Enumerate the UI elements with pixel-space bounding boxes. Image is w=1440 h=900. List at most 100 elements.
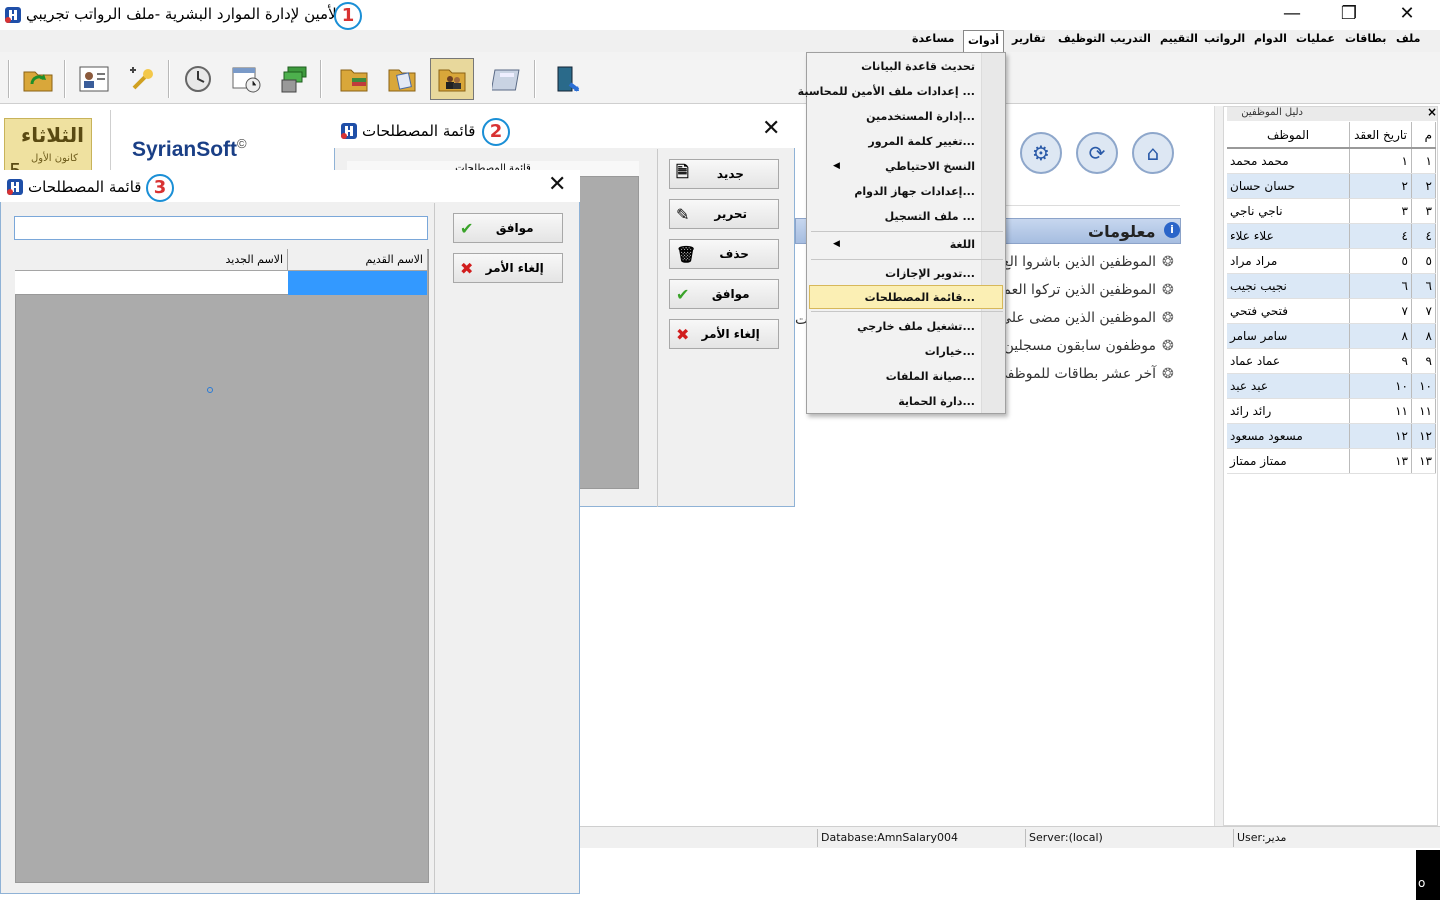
menu-cards[interactable]: بطاقات	[1345, 32, 1386, 45]
table-row[interactable]: ١١ ١١ رائد رائد	[1227, 398, 1436, 424]
bullet-icon: ❂	[1162, 282, 1174, 298]
home-icon[interactable]: ⌂	[1132, 132, 1174, 174]
menu-file-maintenance[interactable]: صيانة الملفات...	[886, 370, 975, 383]
row-contract: ٨	[1349, 323, 1412, 349]
menu-operations[interactable]: عمليات	[1296, 32, 1335, 45]
info-link-started[interactable]: الموظفين الذين باشروا الع	[1002, 254, 1156, 270]
folder-users-icon[interactable]	[430, 58, 474, 100]
row-employee-name: رائد رائد	[1227, 398, 1350, 424]
employee-card-icon[interactable]	[72, 58, 116, 100]
table-row[interactable]: ٦ ٦ نجيب نجيب	[1227, 273, 1436, 299]
maximize-button[interactable]: ❐	[1320, 0, 1378, 30]
info-link-last-ten[interactable]: آخر عشر بطاقات للموظفي	[996, 366, 1156, 382]
add-user-icon[interactable]	[120, 58, 164, 100]
cancel-button[interactable]: ✖ إلغاء الأمر	[669, 319, 779, 349]
exit-door-icon[interactable]	[544, 58, 588, 100]
cross-icon: ✖	[460, 258, 474, 278]
date-day: الثلاثاء	[21, 123, 84, 147]
clock-icon[interactable]	[176, 58, 220, 100]
menu-terms-list[interactable]: قائمة المصطلحات...	[865, 291, 975, 304]
menu-user-management[interactable]: إدارة المستخدمين...	[866, 110, 975, 123]
folder-books-icon[interactable]	[332, 58, 376, 100]
grid-cell-old-selected[interactable]	[288, 271, 427, 295]
menu-protection[interactable]: دارة الحماية...	[898, 395, 975, 408]
col-old-name[interactable]: الاسم القديم	[288, 249, 427, 271]
menu-recruitment[interactable]: التوظيف	[1058, 32, 1105, 45]
row-contract: ٤	[1349, 223, 1412, 249]
terms-grid[interactable]	[15, 249, 429, 883]
menu-change-password[interactable]: تغيير كلمة المرور...	[868, 135, 975, 148]
employees-panel-header: × دليل الموظفين	[1227, 105, 1437, 121]
calculator-icon[interactable]	[486, 58, 530, 100]
menu-training[interactable]: التدريب	[1110, 32, 1151, 45]
close-button[interactable]: ✕	[1378, 0, 1436, 30]
submenu-arrow-icon: ◀	[833, 239, 840, 249]
table-row[interactable]: ١٣ ١٣ ممتاز ممتاز	[1227, 448, 1436, 474]
cross-icon: ✖	[676, 324, 690, 344]
row-contract: ٥	[1349, 248, 1412, 274]
menu-salaries[interactable]: الرواتب	[1204, 32, 1245, 45]
menu-options[interactable]: خيارات...	[925, 345, 975, 358]
menu-evaluation[interactable]: التقييم	[1160, 32, 1198, 45]
info-link-former[interactable]: موظفون سابقون مسجلين	[1004, 338, 1156, 354]
col-new-name[interactable]: الاسم الجديد	[15, 249, 288, 271]
menu-backup[interactable]: النسخ الاحتياطي	[885, 160, 975, 173]
panel-close-icon[interactable]: ×	[1427, 105, 1437, 119]
delete-button[interactable]: 🗑 حذف	[669, 239, 779, 269]
ok-button[interactable]: ✔ موافق	[669, 279, 779, 309]
row-num: ٨	[1411, 323, 1436, 349]
panel-splitter[interactable]	[1214, 106, 1223, 826]
calendar-clock-icon[interactable]	[224, 58, 268, 100]
menu-reports[interactable]: تقارير	[1012, 32, 1045, 45]
menu-update-database[interactable]: تحديث قاعدة البيانات	[861, 60, 975, 73]
col-num[interactable]: م	[1411, 122, 1436, 149]
table-row[interactable]: ١٢ ١٢ مسعود مسعود	[1227, 423, 1436, 449]
settings-icon[interactable]: ⚙	[1020, 132, 1062, 174]
table-row[interactable]: ٩ ٩ عماد عماد	[1227, 348, 1436, 374]
grid-cell-new[interactable]	[15, 271, 288, 295]
menu-rotate-leaves[interactable]: تدوير الإجازات...	[885, 267, 975, 280]
terms-dialog-title: قائمة المصطلحات	[362, 122, 476, 140]
menu-log-file[interactable]: ملف التسجيل ...	[885, 210, 975, 223]
cancel-button[interactable]: ✖ إلغاء الأمر	[453, 253, 563, 283]
ok-button[interactable]: ✔ موافق	[453, 213, 563, 243]
terms-dialog-title-bar[interactable]: قائمة المصطلحات ✕	[334, 112, 795, 148]
table-row[interactable]: ١٠ ١٠ عبد عبد	[1227, 373, 1436, 399]
menu-attendance[interactable]: الدوام	[1254, 32, 1287, 45]
term-input[interactable]	[14, 216, 428, 240]
close-icon[interactable]: ✕	[762, 116, 780, 141]
table-row[interactable]: ٧ ٧ فتحي فتحي	[1227, 298, 1436, 324]
row-contract: ٩	[1349, 348, 1412, 374]
menu-attendance-device[interactable]: إعدادات جهاز الدوام...	[854, 185, 975, 198]
menu-file[interactable]: ملف	[1396, 32, 1420, 45]
new-button[interactable]: 🗎 جديد	[669, 159, 779, 189]
edit-button[interactable]: ✎ تحرير	[669, 199, 779, 229]
menu-separator	[811, 311, 1003, 312]
table-row[interactable]: ٢ ٢ حسان حسان	[1227, 173, 1436, 199]
app-icon	[6, 178, 24, 199]
open-folder-icon[interactable]	[16, 58, 60, 100]
menu-accounting-settings[interactable]: إعدادات ملف الأمين للمحاسبة ...	[798, 85, 975, 98]
col-contract[interactable]: تاريخ العقد	[1349, 122, 1412, 149]
menu-tools[interactable]: أدوات	[963, 30, 1005, 52]
table-row[interactable]: ٤ ٤ علاء علاء	[1227, 223, 1436, 249]
menu-help[interactable]: مساعدة	[912, 32, 955, 45]
folder-documents-icon[interactable]	[380, 58, 424, 100]
minimize-button[interactable]: —	[1263, 0, 1321, 30]
table-row[interactable]: ٣ ٣ ناجي ناجي	[1227, 198, 1436, 224]
menu-language[interactable]: اللغة	[950, 238, 975, 251]
money-calculator-icon[interactable]	[272, 58, 316, 100]
refresh-icon[interactable]: ⟳	[1076, 132, 1118, 174]
cursor-dot	[207, 387, 213, 393]
table-row[interactable]: ١ ١ محمد محمد	[1227, 148, 1436, 174]
info-link-left[interactable]: الموظفين الذين تركوا العم	[1002, 282, 1156, 298]
info-link-passed[interactable]: الموظفين الذين مضى على	[1000, 310, 1156, 326]
menu-run-external[interactable]: تشغيل ملف خارجي...	[857, 320, 975, 333]
bullet-icon: ❂	[1162, 310, 1174, 326]
col-employee[interactable]: الموظف	[1227, 122, 1350, 149]
close-icon[interactable]: ✕	[548, 172, 566, 197]
table-row[interactable]: ٨ ٨ سامر سامر	[1227, 323, 1436, 349]
table-row[interactable]: ٥ ٥ مراد مراد	[1227, 248, 1436, 274]
employees-panel-title: دليل الموظفين	[1241, 107, 1303, 118]
terms-edit-dialog-title-bar[interactable]: قائمة المصطلحات ✕	[0, 170, 580, 202]
